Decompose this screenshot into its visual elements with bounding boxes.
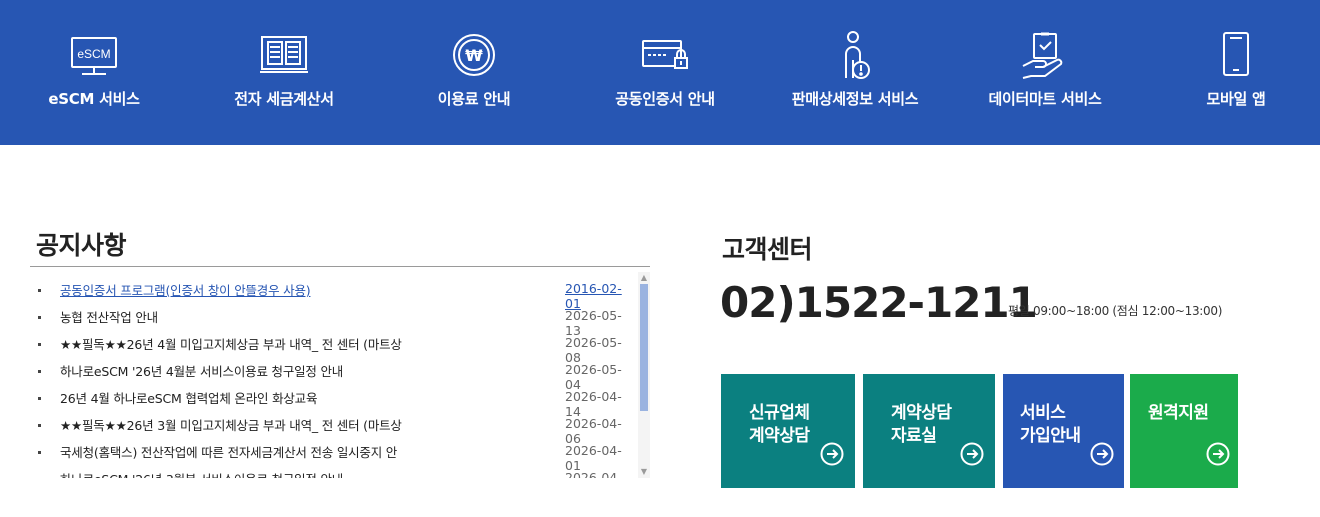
notice-subject-link[interactable]: 하나로eSCM '26년 4월분 서비스이용료 청구일정 안내 bbox=[60, 361, 460, 380]
notice-row[interactable]: ★★필독★★26년 4월 미입고지체상금 부과 내역_ 전 센터 (마트상 20… bbox=[30, 330, 636, 365]
circle-arrow-right-icon bbox=[1206, 442, 1230, 466]
circle-arrow-right-icon bbox=[960, 442, 984, 466]
person-alert-icon bbox=[827, 28, 883, 84]
bullet-icon bbox=[38, 316, 41, 319]
service-signup-guide-button[interactable]: 서비스 가입안내 bbox=[1003, 374, 1124, 488]
nav-item-certificate[interactable]: 공동인증서 안내 bbox=[605, 0, 725, 145]
notice-scrollbar[interactable]: ▲ ▼ bbox=[638, 272, 650, 478]
notice-subject-link[interactable]: 공동인증서 프로그램(인증서 창이 안뜰경우 사용) bbox=[60, 280, 460, 299]
notice-row[interactable]: 하나로eSCM '26년 4월분 서비스이용료 청구일정 안내 2026-05-… bbox=[30, 357, 636, 392]
customer-center-title: 고객센터 bbox=[722, 235, 813, 264]
notice-subject-link[interactable]: ★★필독★★26년 4월 미입고지체상금 부과 내역_ 전 센터 (마트상 bbox=[60, 334, 460, 353]
hand-clipboard-icon bbox=[1017, 28, 1073, 84]
monitor-icon: eSCM bbox=[66, 28, 122, 84]
scroll-thumb[interactable] bbox=[640, 284, 648, 411]
notice-row[interactable]: 농협 전산작업 안내 2026-05-13 bbox=[30, 303, 636, 338]
tile-label: 서비스 가입안내 bbox=[1020, 403, 1081, 446]
nav-label-mobile-app: 모바일 앱 bbox=[1206, 90, 1266, 108]
nav-item-mobile-app[interactable]: 모바일 앱 bbox=[1176, 0, 1296, 145]
nav-label-e-tax-invoice: 전자 세금계산서 bbox=[234, 90, 334, 108]
book-icon bbox=[256, 28, 312, 84]
notice-list-box: 공동인증서 프로그램(인증서 창이 안뜰경우 사용) 2016-02-01 농협… bbox=[30, 272, 650, 478]
circle-arrow-right-icon bbox=[1090, 442, 1114, 466]
top-navigation: eSCM eSCM 서비스 전자 세금계산서 ₩ 이용료 안내 공동인증서 안내… bbox=[0, 0, 1320, 145]
notice-date: 2026-04-01 bbox=[565, 470, 622, 478]
nav-label-certificate: 공동인증서 안내 bbox=[615, 90, 715, 108]
contract-archive-button[interactable]: 계약상담 자료실 bbox=[863, 374, 995, 488]
certificate-card-icon bbox=[637, 28, 693, 84]
circle-arrow-right-icon bbox=[820, 442, 844, 466]
nav-item-sales-detail[interactable]: 판매상세정보 서비스 bbox=[790, 0, 920, 145]
nav-item-datamart[interactable]: 데이터마트 서비스 bbox=[980, 0, 1110, 145]
notice-row[interactable]: ★★필독★★26년 3월 미입고지체상금 부과 내역_ 전 센터 (마트상 20… bbox=[30, 411, 636, 446]
notice-row[interactable]: 26년 4월 하나로eSCM 협력업체 온라인 화상교육 2026-04-14 bbox=[30, 384, 636, 419]
svg-text:₩: ₩ bbox=[465, 46, 483, 65]
mobile-phone-icon bbox=[1208, 28, 1264, 84]
scroll-up-arrow-icon[interactable]: ▲ bbox=[638, 272, 650, 284]
nav-label-sales-detail: 판매상세정보 서비스 bbox=[791, 90, 919, 108]
bullet-icon bbox=[38, 343, 41, 346]
customer-center-hours: 평일 09:00~18:00 (점심 12:00~13:00) bbox=[1008, 304, 1223, 318]
notice-list: 공동인증서 프로그램(인증서 창이 안뜰경우 사용) 2016-02-01 농협… bbox=[30, 276, 636, 478]
bullet-icon bbox=[38, 451, 41, 454]
notice-subject-link[interactable]: 하나로eSCM '26년 3월분 서비스이용료 청구일정 안내 bbox=[60, 469, 460, 478]
notice-divider bbox=[30, 266, 650, 267]
nav-item-escm-service[interactable]: eSCM eSCM 서비스 bbox=[34, 0, 154, 145]
bullet-icon bbox=[38, 397, 41, 400]
nav-label-escm: eSCM 서비스 bbox=[48, 90, 140, 108]
notice-subject-link[interactable]: 국세청(홈택스) 전산작업에 따른 전자세금계산서 전송 일시중지 안 bbox=[60, 442, 460, 461]
notice-title: 공지사항 bbox=[36, 231, 127, 260]
notice-row[interactable]: 하나로eSCM '26년 3월분 서비스이용료 청구일정 안내 2026-04-… bbox=[30, 465, 636, 478]
nav-label-datamart: 데이터마트 서비스 bbox=[988, 90, 1102, 108]
notice-subject-link[interactable]: ★★필독★★26년 3월 미입고지체상금 부과 내역_ 전 센터 (마트상 bbox=[60, 415, 460, 434]
bullet-icon bbox=[38, 370, 41, 373]
notice-row[interactable]: 공동인증서 프로그램(인증서 창이 안뜰경우 사용) 2016-02-01 bbox=[30, 276, 636, 311]
bullet-icon bbox=[38, 289, 41, 292]
new-vendor-consult-button[interactable]: 신규업체 계약상담 bbox=[721, 374, 855, 488]
nav-item-usage-fee[interactable]: ₩ 이용료 안내 bbox=[414, 0, 534, 145]
svg-text:eSCM: eSCM bbox=[77, 47, 110, 61]
tile-label: 계약상담 자료실 bbox=[891, 403, 952, 446]
customer-center-phone: 02)1522-1211 bbox=[720, 278, 1038, 327]
notice-subject-link[interactable]: 26년 4월 하나로eSCM 협력업체 온라인 화상교육 bbox=[60, 388, 460, 407]
scroll-down-arrow-icon[interactable]: ▼ bbox=[638, 466, 650, 478]
tile-label: 신규업체 계약상담 bbox=[749, 403, 810, 446]
notice-row[interactable]: 국세청(홈택스) 전산작업에 따른 전자세금계산서 전송 일시중지 안 2026… bbox=[30, 438, 636, 473]
nav-label-usage-fee: 이용료 안내 bbox=[437, 90, 511, 108]
bullet-icon bbox=[38, 424, 41, 427]
remote-support-button[interactable]: 원격지원 bbox=[1130, 374, 1238, 488]
tile-label: 원격지원 bbox=[1148, 403, 1209, 423]
nav-item-e-tax-invoice[interactable]: 전자 세금계산서 bbox=[224, 0, 344, 145]
won-coin-icon: ₩ bbox=[446, 28, 502, 84]
notice-subject-link[interactable]: 농협 전산작업 안내 bbox=[60, 307, 460, 326]
